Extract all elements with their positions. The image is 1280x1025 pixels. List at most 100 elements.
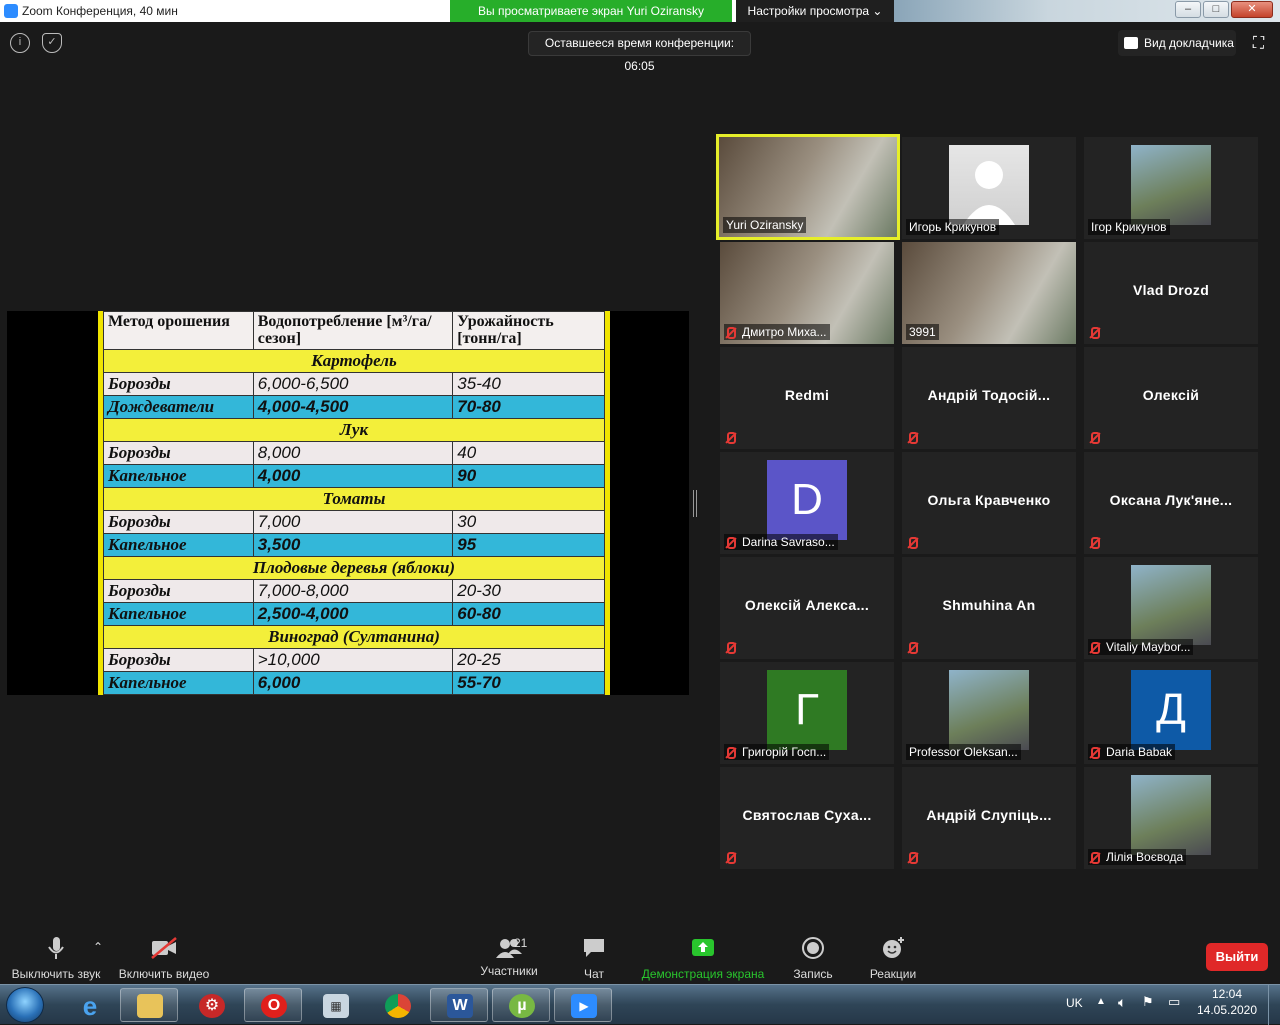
- participant-name: Дмитро Миха...: [724, 324, 830, 340]
- taskbar-word[interactable]: W: [430, 988, 488, 1022]
- table-row: Борозды 7,000-8,000 20-30: [103, 579, 605, 603]
- participant-tile[interactable]: Ольга Кравченко: [902, 452, 1076, 554]
- action-center-icon[interactable]: ▭: [1168, 994, 1180, 1010]
- muted-mic-icon: [724, 851, 736, 865]
- show-desktop-button[interactable]: [1268, 985, 1280, 1025]
- water-use-cell: >10,000: [252, 648, 454, 672]
- internet-explorer-icon: e: [82, 991, 98, 1021]
- chrome-icon: [385, 994, 411, 1018]
- window-titlebar: Zoom Конференция, 40 мин Вы просматривае…: [0, 0, 1280, 22]
- tray-up-arrow-icon[interactable]: ▲: [1096, 996, 1106, 1007]
- taskbar-clock[interactable]: 12:04 14.05.2020: [1194, 986, 1260, 1018]
- network-icon[interactable]: ⚑: [1142, 994, 1154, 1010]
- crop-name: Виноград (Султанина): [103, 625, 605, 649]
- volume-icon[interactable]: 🔈︎: [1118, 994, 1126, 1011]
- shared-screen[interactable]: Метод орошения Водопотребление [м³/га/сез…: [7, 311, 689, 695]
- shield-icon[interactable]: ✓: [42, 33, 62, 53]
- share-screen-button[interactable]: Демонстрация экрана: [636, 936, 770, 981]
- table-row: Капельное 3,500 95: [103, 533, 605, 557]
- start-button[interactable]: [6, 987, 44, 1023]
- muted-mic-icon: [724, 431, 736, 445]
- folder-icon: [137, 994, 163, 1018]
- splitter-handle[interactable]: [693, 490, 697, 517]
- table-row: Борозды 7,000 30: [103, 510, 605, 534]
- grid-icon: [1124, 37, 1138, 49]
- participant-name: Professor Oleksan...: [906, 744, 1021, 760]
- muted-mic-icon: [906, 431, 918, 445]
- language-indicator[interactable]: UK: [1066, 996, 1083, 1010]
- taskbar-antivirus[interactable]: ⚙: [182, 988, 240, 1022]
- close-button[interactable]: ✕: [1231, 1, 1273, 18]
- table-header-cell: Водопотребление [м³/га/сезон]: [252, 311, 454, 350]
- participant-tile[interactable]: Олексій Алекса...: [720, 557, 894, 659]
- start-video-label: Включить видео: [118, 967, 210, 981]
- fullscreen-icon[interactable]: ⛶: [1250, 35, 1267, 52]
- participant-tile[interactable]: Лілія Воєвода: [1084, 767, 1258, 869]
- participant-tile[interactable]: Ігор Крикунов: [1084, 137, 1258, 239]
- info-icon[interactable]: i: [10, 33, 30, 53]
- method-cell: Капельное: [103, 464, 254, 488]
- participant-name: Yuri Oziransky: [723, 217, 807, 233]
- crop-section-row: Томаты: [103, 487, 605, 511]
- participant-name: Андрій Слупіць...: [926, 807, 1052, 823]
- speaker-view-button[interactable]: Вид докладчика: [1118, 30, 1236, 56]
- start-video-button[interactable]: Включить видео: [118, 936, 210, 981]
- taskbar-zoom[interactable]: ▶: [554, 988, 612, 1022]
- taskbar-utorrent[interactable]: µ: [492, 988, 550, 1022]
- minimize-button[interactable]: –: [1175, 1, 1201, 18]
- participant-tile[interactable]: Игорь Крикунов: [902, 137, 1076, 239]
- chat-button[interactable]: Чат: [574, 936, 614, 981]
- mute-button[interactable]: Выключить звук: [10, 936, 102, 981]
- participant-tile[interactable]: D Darina Savraso...: [720, 452, 894, 554]
- avatar: Д: [1131, 670, 1211, 750]
- participants-button[interactable]: 21 Участники: [474, 936, 544, 978]
- muted-mic-icon: [906, 536, 918, 550]
- audio-options-chevron-icon[interactable]: ⌃: [92, 940, 104, 954]
- reactions-icon: [883, 937, 904, 958]
- taskbar-explorer[interactable]: [120, 988, 178, 1022]
- profile-photo: [1131, 145, 1211, 225]
- leave-button[interactable]: Выйти: [1206, 943, 1268, 971]
- reactions-button[interactable]: Реакции: [866, 936, 920, 981]
- zoom-app-icon: [4, 4, 18, 18]
- method-cell: Капельное: [103, 533, 254, 557]
- participant-tile[interactable]: Shmuhina An: [902, 557, 1076, 659]
- profile-photo: [1131, 775, 1211, 855]
- participant-tile[interactable]: Vlad Drozd: [1084, 242, 1258, 344]
- yield-cell: 40: [452, 441, 605, 465]
- taskbar-opera[interactable]: O: [244, 988, 302, 1022]
- muted-mic-icon: [724, 746, 736, 760]
- participant-tile[interactable]: Д Daria Babak: [1084, 662, 1258, 764]
- participant-tile[interactable]: Redmi: [720, 347, 894, 449]
- participant-tile[interactable]: Андрій Тодосій...: [902, 347, 1076, 449]
- participant-name: Лілія Воєвода: [1088, 849, 1187, 865]
- windows-taskbar: e ⚙ O ▦ W µ ▶ UK ▲ 🔈︎ ⚑ ▭ 12:04 14.05.202…: [0, 984, 1280, 1025]
- view-settings-dropdown[interactable]: Настройки просмотра ⌄: [736, 0, 894, 22]
- taskbar-chrome[interactable]: [368, 988, 426, 1022]
- participant-tile[interactable]: Vitaliy Maybor...: [1084, 557, 1258, 659]
- yield-cell: 55-70: [452, 671, 605, 695]
- taskbar-ie[interactable]: e: [60, 988, 118, 1022]
- method-cell: Борозды: [103, 441, 254, 465]
- participant-name: Shmuhina An: [942, 597, 1036, 613]
- maximize-button[interactable]: □: [1203, 1, 1229, 18]
- participant-tile[interactable]: Yuri Oziransky: [716, 134, 900, 240]
- participant-tile[interactable]: Святослав Суха...: [720, 767, 894, 869]
- participant-tile[interactable]: Г Григорій Госп...: [720, 662, 894, 764]
- participant-tile[interactable]: Оксана Лук'яне...: [1084, 452, 1258, 554]
- taskbar-calculator[interactable]: ▦: [306, 988, 364, 1022]
- chevron-down-icon: ⌄: [872, 4, 883, 18]
- mute-label: Выключить звук: [11, 967, 101, 981]
- participant-tile[interactable]: Professor Oleksan...: [902, 662, 1076, 764]
- table-row: Капельное 2,500-4,000 60-80: [103, 602, 605, 626]
- yield-cell: 95: [452, 533, 605, 557]
- water-use-cell: 4,000-4,500: [252, 395, 454, 419]
- record-button[interactable]: Запись: [788, 936, 838, 981]
- participant-tile[interactable]: Олексій: [1084, 347, 1258, 449]
- crop-section-row: Картофель: [103, 349, 605, 373]
- participant-name: Redmi: [784, 387, 830, 403]
- participant-tile[interactable]: 3991: [902, 242, 1076, 344]
- participant-tile[interactable]: Дмитро Миха...: [720, 242, 894, 344]
- participant-tile[interactable]: Андрій Слупіць...: [902, 767, 1076, 869]
- chat-label: Чат: [584, 967, 604, 981]
